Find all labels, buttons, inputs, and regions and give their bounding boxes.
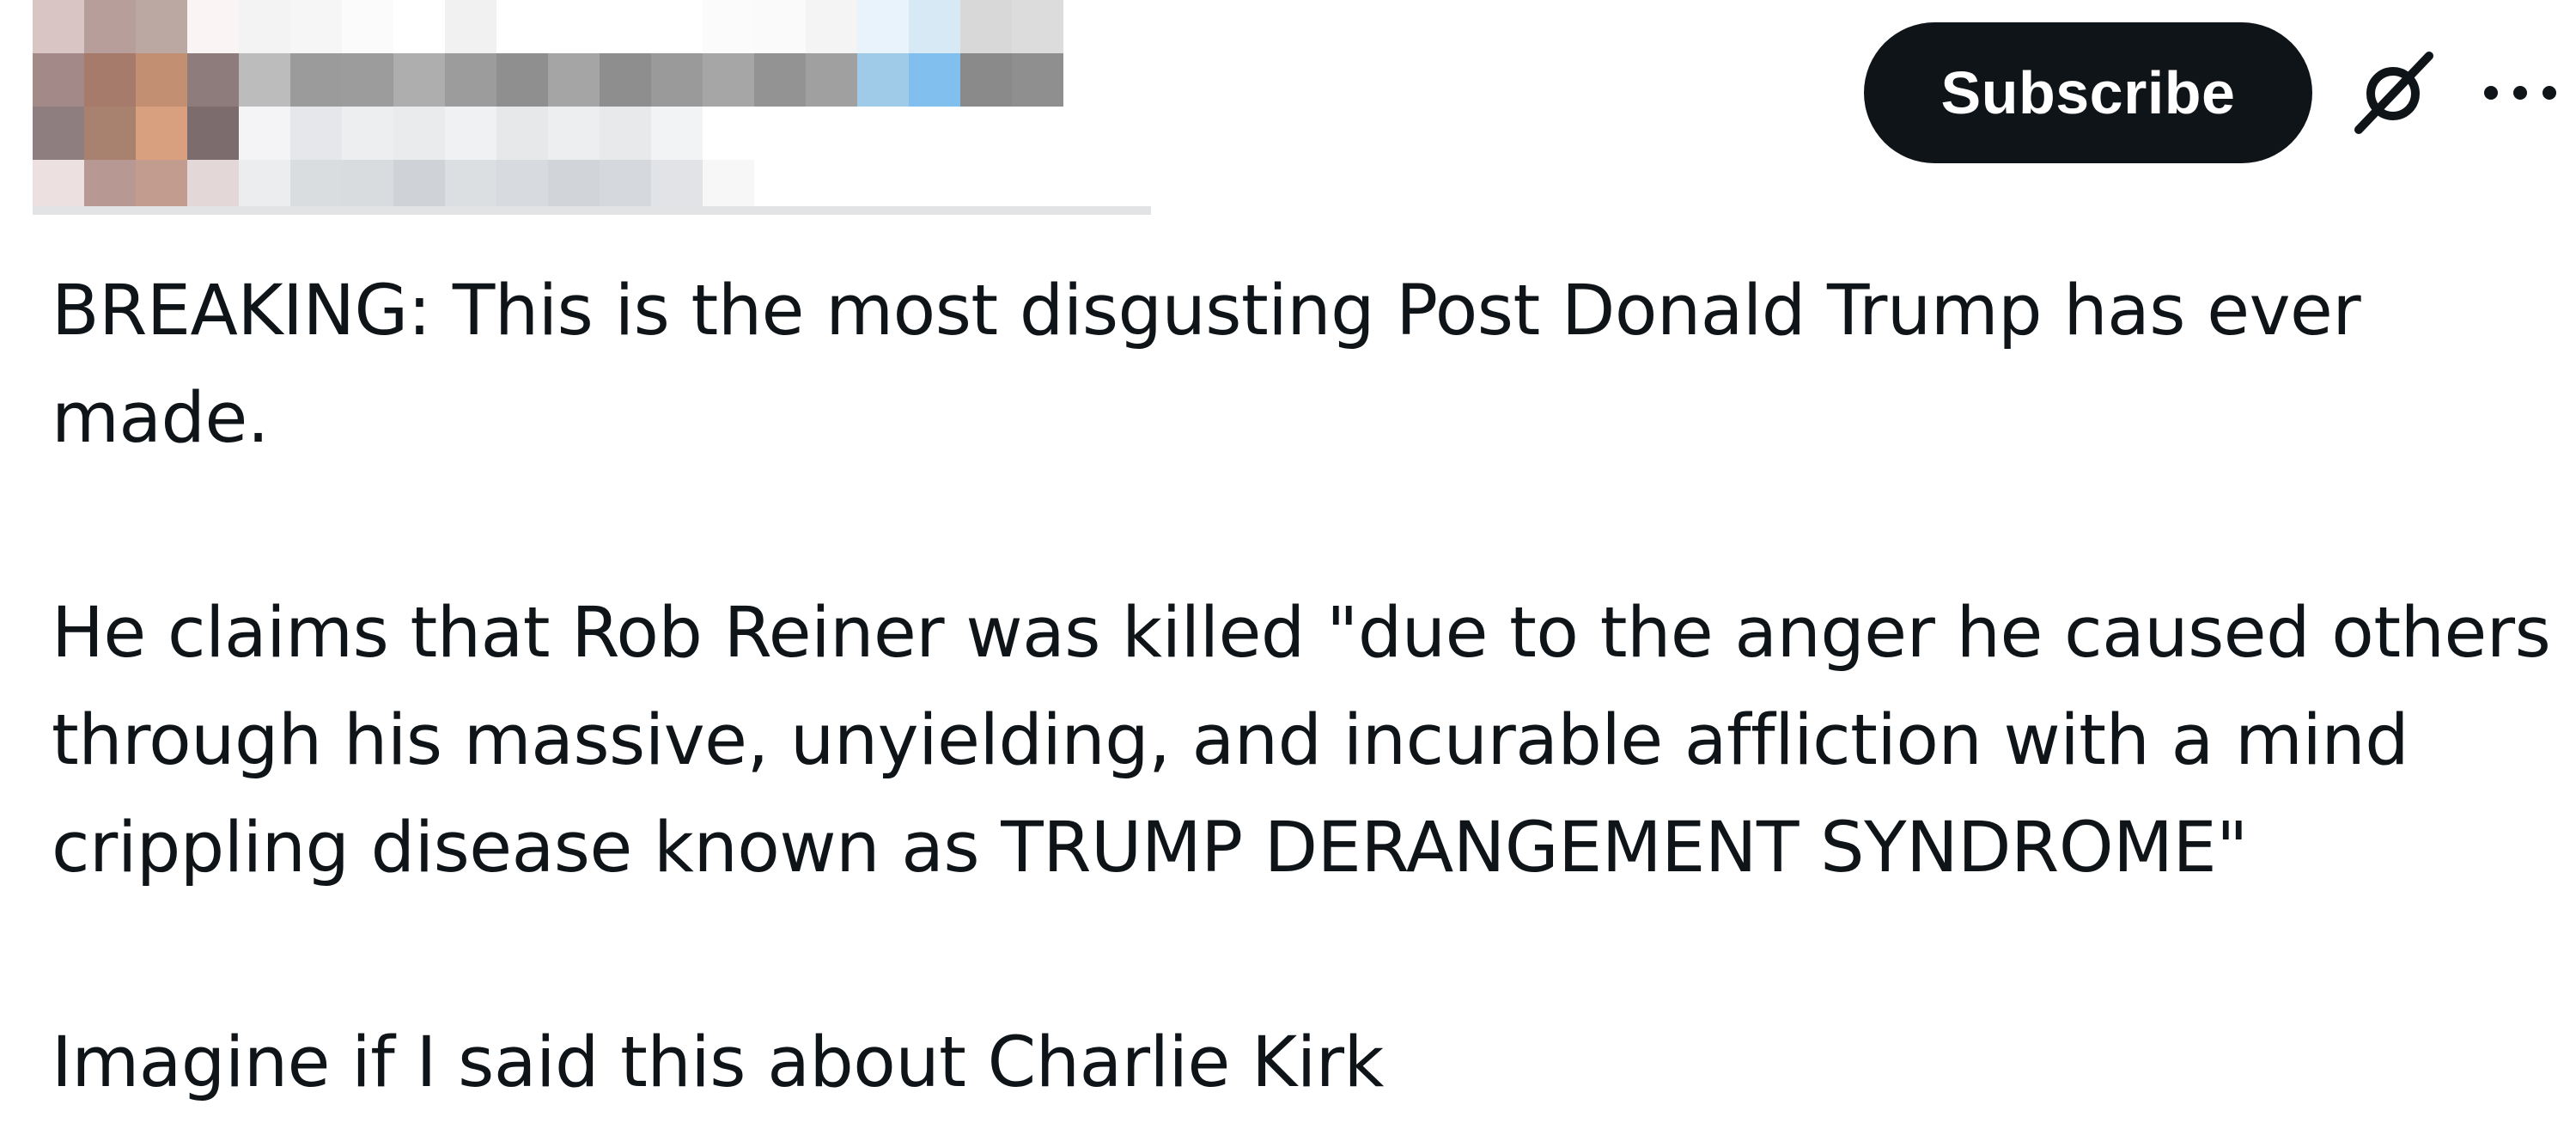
pixelated-user-info[interactable] <box>33 0 1063 213</box>
mosaic-pixel <box>600 0 651 53</box>
mosaic-pixel <box>754 53 806 107</box>
mosaic-pixel <box>496 53 548 107</box>
mosaic-pixel <box>136 53 187 107</box>
mosaic-pixel <box>703 53 754 107</box>
post-text-line: crippling disease known as TRUMP DERANGE… <box>52 808 2248 888</box>
mosaic-pixel <box>239 53 290 107</box>
mosaic-pixel <box>33 160 84 213</box>
mosaic-pixel <box>342 107 393 160</box>
post-text-line: He claims that Rob Reiner was killed "du… <box>52 593 2551 674</box>
subscribe-button[interactable]: Subscribe <box>1864 22 2312 163</box>
mosaic-pixel <box>548 53 600 107</box>
mosaic-pixel <box>393 107 445 160</box>
mosaic-pixel <box>445 107 496 160</box>
mosaic-pixel <box>84 53 136 107</box>
mosaic-pixel <box>1012 0 1063 53</box>
mosaic-pixel <box>806 160 857 213</box>
mosaic-pixel <box>290 0 342 53</box>
post-header: Subscribe <box>0 0 2576 223</box>
mosaic-pixel <box>600 53 651 107</box>
mosaic-pixel <box>496 107 548 160</box>
mosaic-pixel <box>33 107 84 160</box>
mosaic-pixel <box>187 107 239 160</box>
mosaic-pixel <box>290 107 342 160</box>
mosaic-pixel <box>136 107 187 160</box>
mosaic-pixel <box>342 53 393 107</box>
mosaic-pixel <box>84 0 136 53</box>
post-text-line: made. <box>52 378 270 459</box>
mosaic-pixel <box>1012 53 1063 107</box>
post-text-line: BREAKING: This is the most disgusting Po… <box>52 271 2361 351</box>
mosaic-pixel <box>33 53 84 107</box>
mosaic-pixel <box>754 160 806 213</box>
mosaic-pixel <box>496 160 548 213</box>
mosaic-pixel <box>806 53 857 107</box>
mosaic-pixel <box>239 107 290 160</box>
mosaic-pixel <box>960 160 1012 213</box>
mosaic-pixel <box>393 0 445 53</box>
post-text-line: Imagine if I said this about Charlie Kir… <box>52 1022 1384 1103</box>
mosaic-pixel <box>909 160 960 213</box>
mosaic-pixel <box>342 0 393 53</box>
mosaic-pixel <box>909 53 960 107</box>
mosaic-pixel <box>33 0 84 53</box>
mosaic-pixel <box>651 0 703 53</box>
mosaic-pixel <box>600 160 651 213</box>
mosaic-pixel <box>754 0 806 53</box>
mosaic-pixel <box>187 0 239 53</box>
mosaic-pixel <box>187 53 239 107</box>
grok-icon[interactable] <box>2350 47 2439 137</box>
mosaic-pixel <box>136 0 187 53</box>
mosaic-pixel <box>84 107 136 160</box>
mosaic-pixel <box>239 0 290 53</box>
mosaic-pixel <box>393 53 445 107</box>
mosaic-pixel <box>548 0 600 53</box>
mosaic-pixel <box>651 107 703 160</box>
mosaic-pixel <box>496 0 548 53</box>
mosaic-pixel <box>548 107 600 160</box>
mosaic-pixel <box>445 53 496 107</box>
mosaic-pixel <box>290 53 342 107</box>
mosaic-pixel <box>136 160 187 213</box>
mosaic-pixel <box>857 0 909 53</box>
mosaic-pixel <box>960 0 1012 53</box>
mosaic-pixel <box>960 53 1012 107</box>
mosaic-pixel <box>857 53 909 107</box>
mosaic-pixel <box>548 160 600 213</box>
mosaic-pixel <box>806 0 857 53</box>
mosaic-pixel <box>651 53 703 107</box>
post-text: BREAKING: This is the most disgusting Po… <box>52 258 2551 1117</box>
mosaic-pixel <box>84 160 136 213</box>
mosaic-pixel <box>806 107 857 160</box>
mosaic-pixel <box>857 107 909 160</box>
mosaic-pixel <box>342 160 393 213</box>
mosaic-pixel <box>1012 160 1063 213</box>
mosaic-pixel <box>1012 107 1063 160</box>
mosaic-pixel <box>290 160 342 213</box>
mosaic-pixel <box>703 107 754 160</box>
mosaic-pixel <box>703 160 754 213</box>
more-options-icon[interactable] <box>2479 72 2561 113</box>
mosaic-pixel <box>960 107 1012 160</box>
mosaic-pixel <box>703 0 754 53</box>
mosaic-pixel <box>909 107 960 160</box>
mosaic-pixel <box>857 160 909 213</box>
mosaic-pixel <box>651 160 703 213</box>
mosaic-pixel <box>754 107 806 160</box>
mosaic-pixel <box>909 0 960 53</box>
mosaic-pixel <box>600 107 651 160</box>
mosaic-pixel <box>187 160 239 213</box>
header-divider <box>33 206 1151 215</box>
mosaic-pixel <box>445 0 496 53</box>
mosaic-pixel <box>393 160 445 213</box>
mosaic-pixel <box>445 160 496 213</box>
mosaic-pixel <box>239 160 290 213</box>
post-text-line: through his massive, unyielding, and inc… <box>52 700 2409 781</box>
